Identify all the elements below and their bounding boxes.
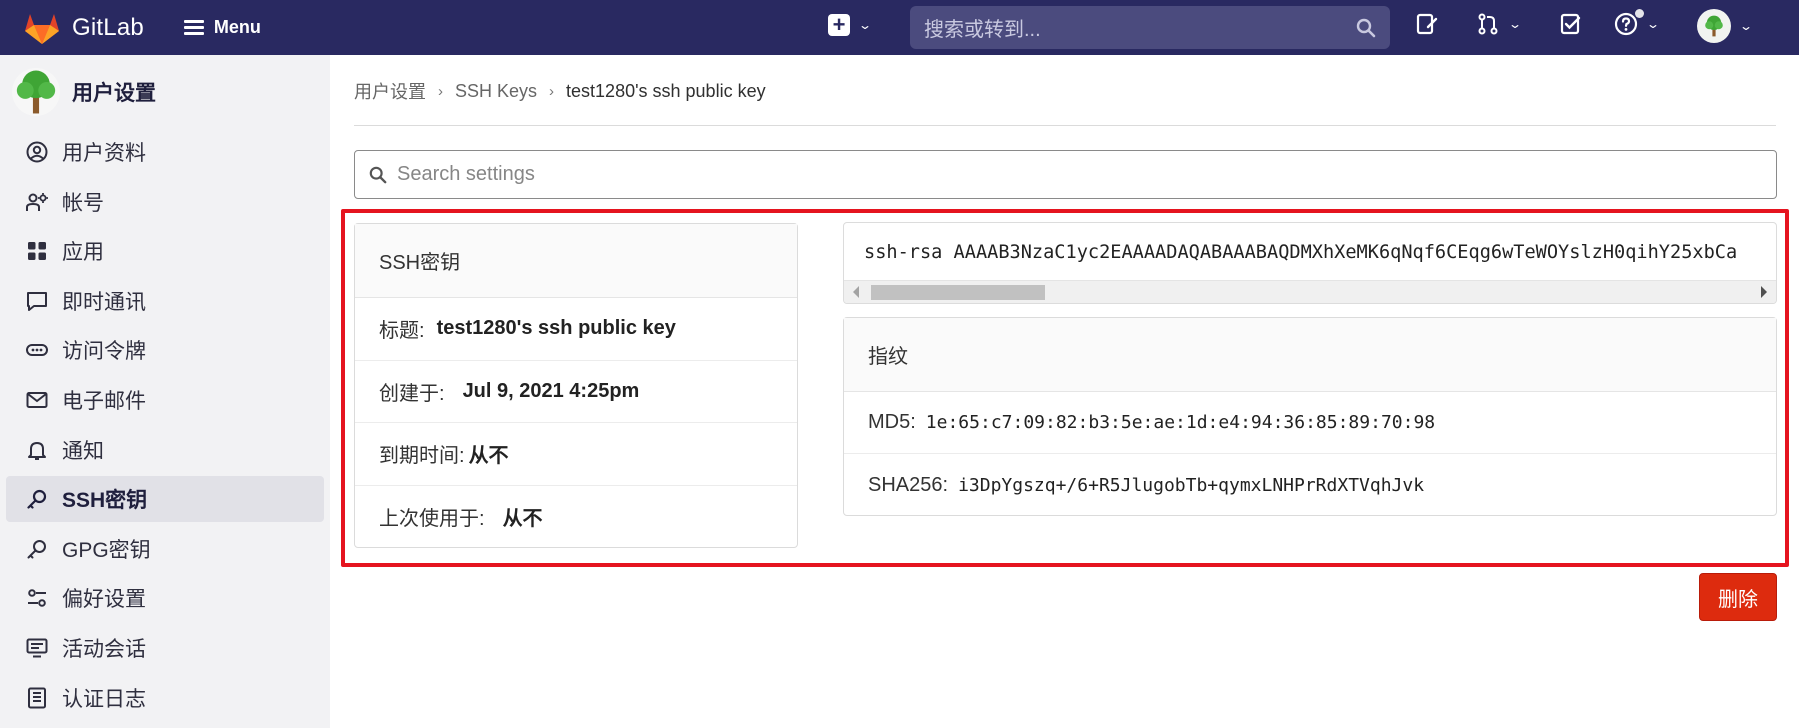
sidebar-item-label: 认证日志	[62, 687, 146, 711]
delete-button[interactable]: 删除	[1699, 573, 1777, 621]
settings-search-placeholder: Search settings	[397, 163, 535, 185]
avatar	[1697, 9, 1731, 43]
tree-avatar-icon	[1705, 15, 1723, 37]
highlight-frame	[341, 209, 1789, 567]
log-icon	[24, 685, 50, 711]
mail-icon	[24, 387, 50, 413]
new-dropdown-button[interactable]: + ⌄	[828, 14, 873, 36]
merge-request-icon	[1478, 13, 1498, 35]
sidebar-title: 用户设置	[72, 82, 156, 105]
chevron-down-icon: ⌄	[1738, 19, 1754, 33]
sidebar-item-gpg-keys[interactable]: GPG密钥	[6, 526, 324, 572]
chevron-right-icon: ›	[549, 82, 555, 100]
search-icon	[1356, 18, 1376, 37]
top-navbar: GitLab Menu + ⌄ 搜索或转到... ⌄ ⌄ ⌄	[0, 0, 1799, 55]
notification-dot-icon	[1635, 9, 1644, 18]
issues-icon	[1416, 13, 1438, 35]
chevron-down-icon: ⌄	[1645, 17, 1661, 31]
sidebar-item-label: 帐号	[62, 191, 104, 215]
hamburger-icon	[183, 17, 204, 39]
sidebar-item-active-sessions[interactable]: 活动会话	[6, 625, 324, 671]
sidebar-item-emails[interactable]: 电子邮件	[6, 377, 324, 423]
sidebar-item-auth-log[interactable]: 认证日志	[6, 675, 324, 721]
notifications-icon	[24, 437, 50, 463]
key-icon	[24, 486, 50, 512]
plus-icon: +	[828, 14, 850, 36]
chevron-down-icon: ⌄	[1507, 17, 1523, 31]
account-icon	[24, 189, 50, 215]
avatar	[12, 68, 60, 116]
sessions-icon	[24, 635, 50, 661]
gitlab-tanuki-icon	[25, 13, 59, 44]
profile-icon	[24, 139, 50, 165]
sidebar-item-applications[interactable]: 应用	[6, 228, 324, 274]
todos-button[interactable]	[1559, 12, 1583, 36]
sidebar-header[interactable]: 用户设置	[0, 55, 330, 129]
brand-name: GitLab	[72, 13, 144, 41]
sidebar-item-label: GPG密钥	[62, 538, 151, 562]
sidebar-item-label: 偏好设置	[62, 588, 146, 612]
user-menu-button[interactable]: ⌄	[1697, 9, 1754, 43]
sidebar-item-label: 即时通讯	[62, 290, 146, 314]
sidebar-item-label: 通知	[62, 439, 104, 463]
breadcrumb-current[interactable]: test1280's ssh public key	[566, 81, 766, 102]
applications-icon	[24, 238, 50, 264]
menu-label: Menu	[213, 17, 261, 37]
sidebar-item-label: 电子邮件	[62, 389, 146, 413]
key-icon	[24, 536, 50, 562]
chat-icon	[24, 288, 50, 314]
breadcrumb-user-settings[interactable]: 用户设置	[354, 78, 426, 104]
sidebar-item-profile[interactable]: 用户资料	[6, 129, 324, 175]
sidebar-item-label: SSH密钥	[62, 489, 148, 513]
search-input[interactable]: 搜索或转到...	[924, 13, 1356, 42]
chevron-right-icon: ›	[438, 82, 443, 100]
breadcrumb-ssh-keys[interactable]: SSH Keys	[455, 81, 537, 102]
divider	[354, 125, 1776, 126]
tree-avatar-icon	[16, 70, 56, 114]
sidebar-item-ssh-keys[interactable]: SSH密钥	[6, 476, 324, 523]
sidebar-item-account[interactable]: 帐号	[6, 179, 324, 225]
chevron-down-icon: ⌄	[857, 18, 873, 32]
sidebar-item-label: 访问令牌	[62, 340, 146, 364]
issues-button[interactable]	[1415, 12, 1439, 36]
sidebar-item-access-tokens[interactable]: 访问令牌	[6, 327, 324, 373]
todo-icon	[1560, 13, 1581, 35]
help-button[interactable]: ⌄	[1614, 9, 1661, 36]
settings-search-input[interactable]: Search settings	[354, 150, 1777, 199]
token-icon	[24, 337, 50, 363]
merge-requests-button[interactable]: ⌄	[1476, 12, 1523, 36]
help-icon	[1614, 12, 1638, 36]
sidebar-item-label: 用户资料	[62, 142, 146, 165]
preferences-icon	[24, 585, 50, 611]
sidebar-item-notifications[interactable]: 通知	[6, 427, 324, 473]
search-icon	[369, 166, 387, 183]
settings-sidebar: 用户设置 用户资料 帐号 应用 即时通讯 访问令牌 电子邮件 通知 SSH密钥 …	[0, 55, 330, 728]
gitlab-logo[interactable]: GitLab	[24, 11, 144, 45]
sidebar-item-preferences[interactable]: 偏好设置	[6, 575, 324, 621]
global-search[interactable]: 搜索或转到...	[910, 6, 1390, 49]
breadcrumb: 用户设置 › SSH Keys › test1280's ssh public …	[354, 78, 766, 104]
sidebar-item-chat[interactable]: 即时通讯	[6, 278, 324, 324]
menu-button[interactable]: Menu	[183, 17, 261, 39]
sidebar-item-label: 活动会话	[62, 637, 146, 661]
sidebar-item-label: 应用	[62, 241, 104, 265]
